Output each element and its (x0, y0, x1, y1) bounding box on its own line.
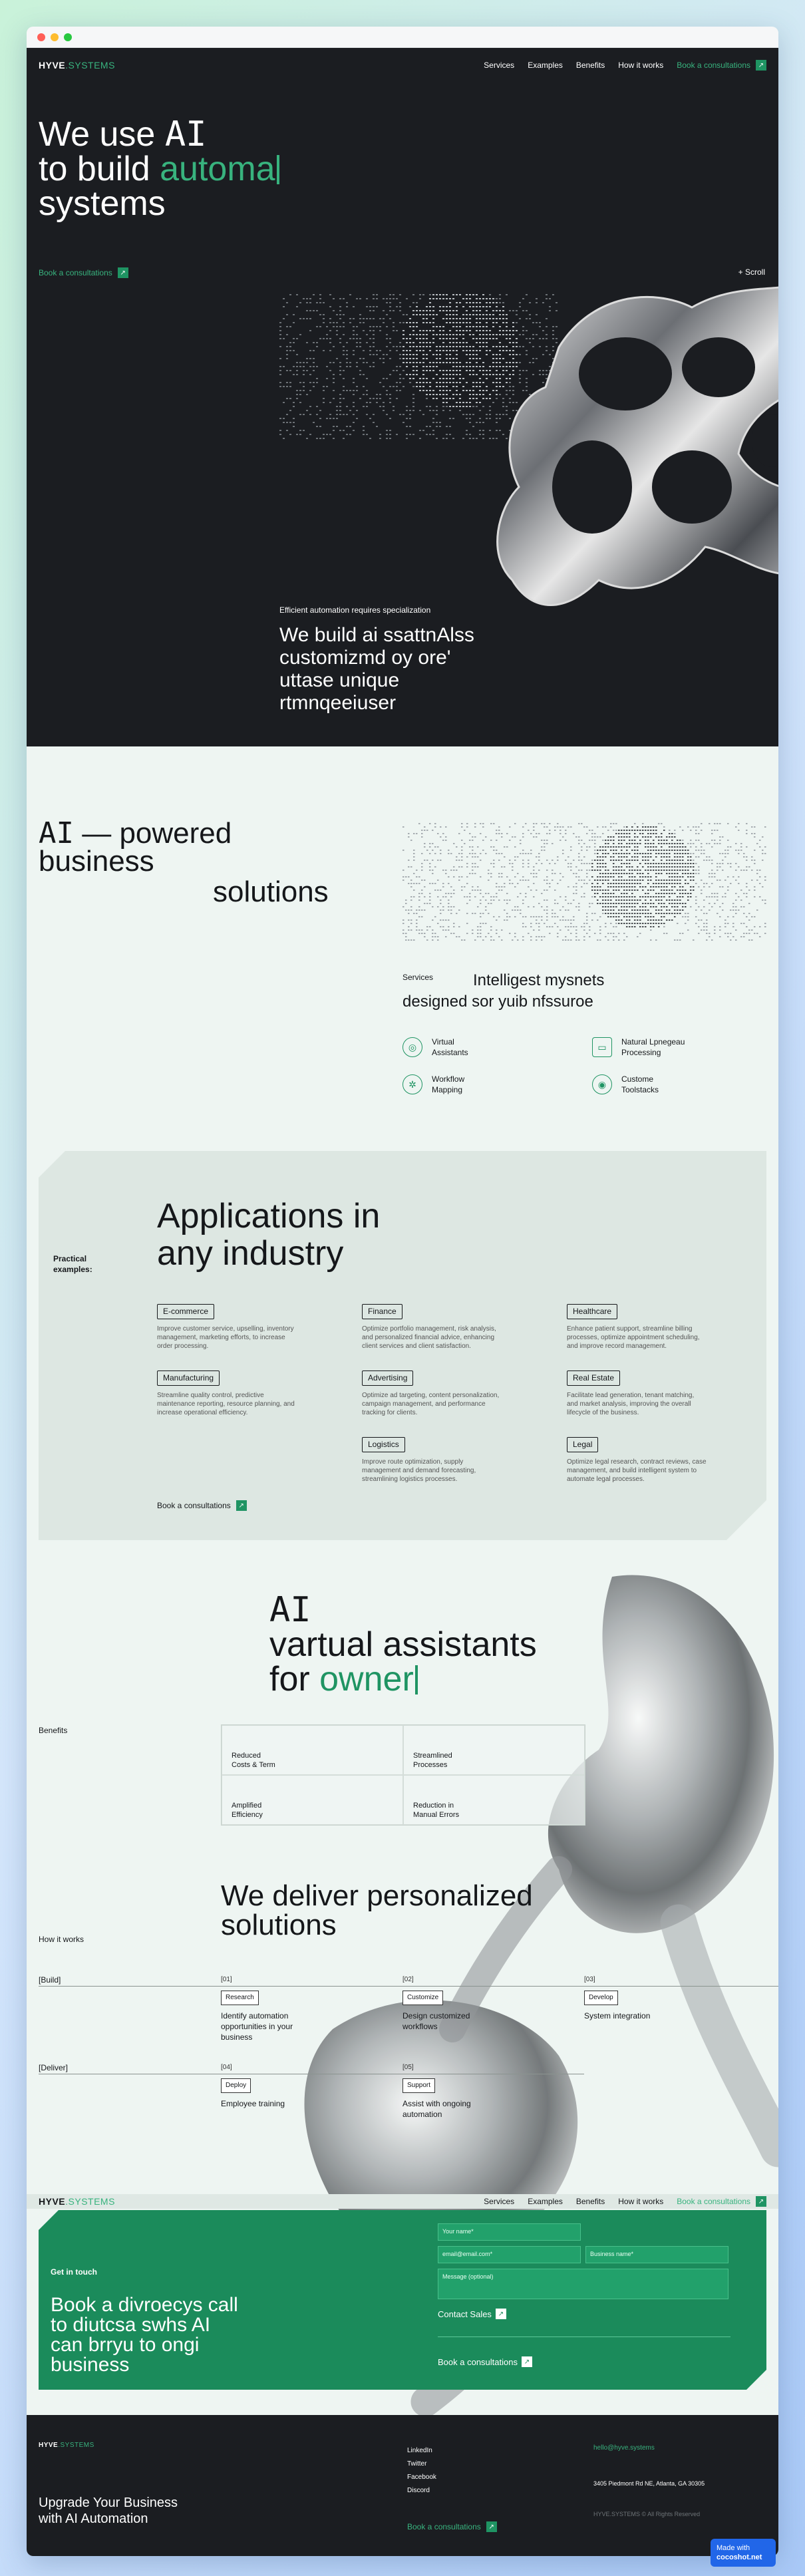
nav-link-benefits[interactable]: Benefits (576, 61, 605, 70)
contact-section: Get in touch Book a divroecys call to di… (39, 2210, 766, 2390)
industry-card[interactable]: Manufacturing Streamline quality control,… (157, 1370, 297, 1417)
how-title: We deliver personalized solutions (221, 1881, 554, 1940)
industry-card[interactable]: E-commerce Improve customer service, upse… (157, 1304, 297, 1351)
contact-cta-button[interactable]: Book a consultations ↗ (438, 2356, 532, 2367)
arrow-icon: ↗ (486, 2521, 497, 2532)
typing-cursor (277, 155, 279, 184)
phase-label: [Build] (39, 1975, 185, 1985)
applications-title: Applications in any industry (157, 1198, 436, 1272)
nav-cta-button[interactable]: Book a consultations ↗ (677, 60, 766, 71)
footer-email[interactable]: hello@hyve.systems (593, 2444, 655, 2452)
arrow-icon: ↗ (236, 1500, 247, 1511)
service-toolstacks[interactable]: ◉ Custome Toolstacks (592, 1074, 681, 1095)
services-title: Intelligest mysnets designed sor yuib nf… (402, 970, 669, 1013)
process-step: [05] Support Assist with ongoing automatio… (402, 2062, 549, 2120)
nav-link-services[interactable]: Services (484, 61, 514, 70)
industry-card[interactable]: Logistics Improve route optimization, sup… (362, 1437, 502, 1484)
applications-section: Applications in any industry Practical e… (39, 1151, 766, 1540)
applications-cta-button[interactable]: Book a consultations ↗ (157, 1500, 247, 1511)
virtual-assistant-icon: ◎ (402, 1037, 422, 1057)
workflow-icon: ✲ (402, 1074, 422, 1094)
benefit-item: Streamlined Processes (403, 1725, 585, 1775)
benefit-item: Reduced Costs & Term (222, 1725, 403, 1775)
industry-card[interactable]: Finance Optimize portfolio management, ri… (362, 1304, 502, 1351)
close-window-dot[interactable] (37, 33, 45, 41)
solutions-section: AI — powered business solutions Services… (27, 746, 778, 1132)
hero-subtitle: We build ai ssattnAlss customizmd oy ore… (279, 624, 499, 715)
benefits-label: Benefits (39, 1726, 67, 1735)
contact-sales-button[interactable]: Contact Sales ↗ (438, 2309, 506, 2319)
footer-links: LinkedIn Twitter Facebook Discord (407, 2444, 436, 2497)
nav-link-how-it-works[interactable]: How it works (618, 61, 663, 70)
contact-label: Get in touch (51, 2267, 97, 2277)
maximize-window-dot[interactable] (64, 33, 72, 41)
nav-link-benefits[interactable]: Benefits (576, 2197, 605, 2206)
process-step: [04] Deploy Employee training (221, 2062, 367, 2109)
hero-cta-button[interactable]: Book a consultations ↗ (39, 267, 128, 278)
benefits-grid: Reduced Costs & Term Streamlined Process… (221, 1724, 585, 1826)
footer-link-discord[interactable]: Discord (407, 2484, 436, 2497)
toolstacks-icon: ◉ (592, 1074, 612, 1094)
industry-card[interactable]: Advertising Optimize ad targeting, conten… (362, 1370, 502, 1417)
process-step: [02] Customize Design customized workflows (402, 1975, 549, 2032)
footer-link-twitter[interactable]: Twitter (407, 2458, 436, 2471)
divider (438, 2336, 730, 2337)
arrow-icon: ↗ (522, 2356, 532, 2367)
footer: HYVE.SYSTEMS Upgrade Your Business with … (27, 2415, 778, 2556)
browser-chrome (27, 27, 778, 48)
process-step: [03] Develop System integration (584, 1975, 730, 2021)
language-processing-icon: ▭ (592, 1037, 612, 1057)
logo[interactable]: HYVE.SYSTEMS (39, 2196, 115, 2207)
arrow-icon: ↗ (756, 2196, 766, 2207)
sticky-nav: HYVE.SYSTEMS Services Examples Benefits … (27, 2194, 778, 2209)
industry-card[interactable]: Legal Optimize legal research, contract r… (567, 1437, 707, 1484)
nav-cta-button[interactable]: Book a consultations ↗ (677, 2196, 766, 2207)
contact-title: Book a divroecys call to diutcsa swhs AI… (51, 2295, 243, 2375)
footer-link-linkedin[interactable]: LinkedIn (407, 2444, 436, 2458)
hero-eyebrow: Efficient automation requires specializa… (279, 605, 430, 615)
how-it-works-label: How it works (39, 1935, 84, 1944)
logo[interactable]: HYVE.SYSTEMS (39, 60, 115, 71)
nav-link-how-it-works[interactable]: How it works (618, 2197, 663, 2206)
top-nav: HYVE.SYSTEMS Services Examples Benefits … (27, 48, 778, 82)
minimize-window-dot[interactable] (51, 33, 59, 41)
made-with-badge[interactable]: Made with cocoshot.net (711, 2539, 776, 2567)
phase-label: [Deliver] (39, 2062, 185, 2073)
footer-logo[interactable]: HYVE.SYSTEMS (39, 2442, 94, 2449)
nav-link-examples[interactable]: Examples (528, 2197, 563, 2206)
footer-heading: Upgrade Your Business with AI Automation (39, 2495, 198, 2527)
solutions-title: AI — powered business (39, 820, 232, 876)
process-step: [01] Research Identify automation opportun… (221, 1975, 367, 2042)
arrow-icon: ↗ (756, 60, 766, 71)
nav-link-services[interactable]: Services (484, 2197, 514, 2206)
hero-title: We use AI to build automa systems (39, 117, 279, 221)
nav-links: Services Examples Benefits How it works … (484, 60, 766, 71)
message-field[interactable]: Message (optional) (438, 2269, 728, 2299)
practical-examples-label: Practical examples: (53, 1253, 100, 1275)
arrow-icon: ↗ (118, 267, 128, 278)
business-field[interactable]: Business name* (585, 2246, 728, 2263)
industry-card[interactable]: Real Estate Facilitate lead generation, t… (567, 1370, 707, 1417)
nav-link-examples[interactable]: Examples (528, 61, 563, 70)
typing-cursor (415, 1665, 418, 1694)
footer-link-facebook[interactable]: Facebook (407, 2471, 436, 2484)
email-field[interactable]: email@email.com* (438, 2246, 581, 2263)
service-virtual-assistants[interactable]: ◎ Virtual Assistants (402, 1037, 478, 1058)
industry-card[interactable]: Healthcare Enhance patient support, strea… (567, 1304, 707, 1351)
chrome-sculpture-image (279, 267, 778, 653)
ascii-portrait-image (402, 823, 766, 943)
hero-section: HYVE.SYSTEMS Services Examples Benefits … (27, 48, 778, 746)
footer-copyright: HYVE.SYSTEMS © All Rights Reserved (593, 2511, 700, 2517)
name-field[interactable]: Your name* (438, 2223, 581, 2241)
footer-address: 3405 Piedmont Rd NE, Atlanta, GA 30305 (593, 2480, 705, 2487)
benefit-item: Amplified Efficiency (222, 1775, 403, 1825)
service-workflow[interactable]: ✲ Workflow Mapping (402, 1074, 478, 1095)
service-natural-language[interactable]: ▭ Natural Lpnegeau Processing (592, 1037, 695, 1058)
benefit-item: Reduction in Manual Errors (403, 1775, 585, 1825)
browser-window: HYVE.SYSTEMS Services Examples Benefits … (27, 27, 778, 2556)
arrow-icon: ↗ (496, 2309, 506, 2319)
assistants-title: AI vartual assistants for owner (269, 1593, 537, 1696)
footer-cta-button[interactable]: Book a consultations ↗ (407, 2521, 497, 2532)
solutions-title-line3: solutions (213, 876, 329, 909)
